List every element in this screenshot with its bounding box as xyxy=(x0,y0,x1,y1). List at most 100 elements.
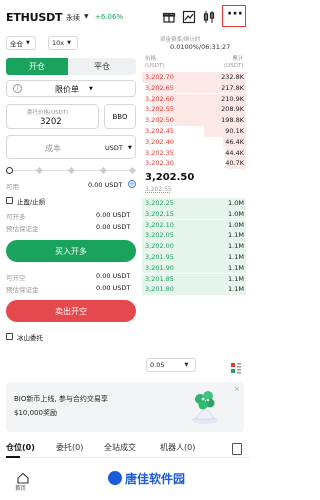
order-price: 3,202.50 xyxy=(145,116,174,125)
ask-row[interactable]: 3,202.50 198.8K xyxy=(142,115,246,126)
bid-row[interactable]: 3,201.80 1.1M xyxy=(142,284,246,295)
ask-row[interactable]: 3,202.35 44.4K xyxy=(142,147,246,159)
chevron-down-icon[interactable]: ▼ xyxy=(84,13,89,20)
gift-icon[interactable] xyxy=(162,9,176,23)
buy-long-button[interactable]: 买入开多 xyxy=(6,240,136,262)
margin-mode-select[interactable]: 全仓 ▼ xyxy=(6,36,36,50)
cost-field[interactable]: 成本 USDT ▼ xyxy=(6,135,136,159)
tpsl-label: 止盈/止损 xyxy=(17,198,46,206)
slider-handle[interactable] xyxy=(6,167,13,174)
order-qty: 1.0M xyxy=(228,209,244,218)
funding-value: 0.0100%/06:31:27 xyxy=(170,43,231,51)
mark-price[interactable]: 3,202.55 xyxy=(145,186,172,193)
ask-row[interactable]: 3,202.60 210.9K xyxy=(142,93,246,105)
more-icon[interactable]: ··· xyxy=(227,6,243,22)
active-tab-indicator xyxy=(6,456,20,458)
symbol-title[interactable]: ETHUSDT xyxy=(6,11,63,24)
order-qty: 217.8K xyxy=(221,83,244,92)
order-price: 3,202.40 xyxy=(145,137,174,146)
available-label: 可用 xyxy=(6,183,19,191)
price-field-value[interactable]: 3202 xyxy=(40,117,62,127)
bid-row[interactable]: 3,202.05 1.1M xyxy=(142,230,246,241)
banner-line2: $10,000奖励 xyxy=(14,409,57,417)
price-field-label: 委托价格(USDT) xyxy=(27,110,69,116)
slider-mark[interactable] xyxy=(67,166,76,175)
margin-mode-label: 全仓 xyxy=(10,40,23,48)
ask-row[interactable]: 3,202.40 46.4K xyxy=(142,136,246,148)
bottom-tab-bar: 仓位(0) 委托(0) 全站成交 机器人(0) xyxy=(0,440,250,458)
orderbook-layout-icon[interactable] xyxy=(230,359,242,374)
can-open-short-value: 0.00 USDT xyxy=(96,272,131,280)
ask-row[interactable]: 3,202.55 208.9K xyxy=(142,104,246,115)
top-bar: ETHUSDT 永续 ▼ +6.06% ··· xyxy=(0,0,250,34)
ask-row[interactable]: 3,202.45 90.1K xyxy=(142,126,246,137)
orderbook-qty-header: 累计 (USDT) xyxy=(224,56,244,69)
sell-short-button[interactable]: 卖出开空 xyxy=(6,300,136,322)
order-price: 3,201.90 xyxy=(145,263,174,272)
ask-row[interactable]: 3,202.30 40.7K xyxy=(142,158,246,169)
order-price: 3,201.95 xyxy=(145,253,174,261)
order-qty: 1.0M xyxy=(228,199,244,207)
slider-mark[interactable] xyxy=(128,166,137,175)
bid-row[interactable]: 3,201.85 1.1M xyxy=(142,273,246,285)
order-qty: 90.1K xyxy=(225,127,244,135)
mascot-illustration xyxy=(190,387,220,425)
cost-field-placeholder: 成本 xyxy=(45,144,61,153)
depth-value: 0.05 xyxy=(150,361,165,369)
ask-row[interactable]: 3,202.65 217.8K xyxy=(142,82,246,94)
long-margin-value: 0.00 USDT xyxy=(96,223,131,231)
bottom-nav: 首页 唐佳软件园 xyxy=(0,466,250,500)
slider-mark[interactable] xyxy=(99,166,108,175)
order-qty: 1.1M xyxy=(228,285,244,294)
home-label[interactable]: 首页 xyxy=(15,484,26,492)
slider-mark[interactable] xyxy=(35,166,44,175)
bid-row[interactable]: 3,202.00 1.1M xyxy=(142,241,246,252)
close-icon[interactable]: × xyxy=(234,385,240,393)
tab-positions[interactable]: 仓位(0) xyxy=(6,442,35,453)
cost-unit[interactable]: USDT xyxy=(105,144,123,152)
available-value: 0.00 USDT xyxy=(88,181,123,189)
price-change: +6.06% xyxy=(95,13,124,21)
chevron-down-icon: ▼ xyxy=(184,362,189,368)
order-price: 3,202.65 xyxy=(145,83,174,92)
ask-row[interactable]: 3,202.70 232.8K xyxy=(142,72,246,83)
order-qty: 232.8K xyxy=(221,73,244,81)
tpsl-checkbox[interactable] xyxy=(6,197,13,204)
depth-select[interactable]: 0.05 ▼ xyxy=(146,358,196,372)
can-open-long-label: 可开多 xyxy=(6,213,26,221)
transfer-icon[interactable]: + xyxy=(128,180,136,188)
order-type-select[interactable]: i 限价单 ▼ xyxy=(6,80,136,97)
contract-type: 永续 xyxy=(66,14,80,22)
bid-row[interactable]: 3,201.90 1.1M xyxy=(142,262,246,274)
iceberg-checkbox[interactable] xyxy=(6,333,13,340)
document-icon[interactable] xyxy=(232,443,242,455)
bid-row[interactable]: 3,202.10 1.0M xyxy=(142,219,246,231)
tab-bots[interactable]: 机器人(0) xyxy=(160,442,195,453)
order-qty: 1.1M xyxy=(228,253,244,261)
home-icon[interactable] xyxy=(17,469,29,484)
funding-label: 资金费率/倒计时 xyxy=(160,37,201,43)
tab-close[interactable]: 平仓 xyxy=(68,58,136,75)
order-price: 3,202.35 xyxy=(145,148,174,157)
tab-open[interactable]: 开仓 xyxy=(6,58,68,75)
tab-orders[interactable]: 委托(0) xyxy=(56,442,83,453)
tab-market-trades[interactable]: 全站成交 xyxy=(104,442,136,453)
chevron-down-icon: ▼ xyxy=(26,40,30,46)
bid-row[interactable]: 3,202.25 1.0M xyxy=(142,198,246,209)
order-qty: 210.9K xyxy=(221,94,244,103)
order-type-label: 限价单 xyxy=(55,85,79,94)
bid-row[interactable]: 3,202.15 1.0M xyxy=(142,208,246,220)
price-field[interactable]: 委托价格(USDT) 3202 xyxy=(6,104,99,129)
chevron-down-icon: ▼ xyxy=(89,86,93,92)
candlestick-icon[interactable] xyxy=(202,9,216,23)
order-price: 3,202.55 xyxy=(145,105,174,114)
bbo-button[interactable]: BBO xyxy=(104,104,136,129)
long-margin-label: 预估保证金 xyxy=(6,225,39,233)
info-icon[interactable]: i xyxy=(13,84,22,93)
chart-icon[interactable] xyxy=(182,9,196,24)
leverage-select[interactable]: 10x ▼ xyxy=(48,36,78,50)
order-qty: 1.1M xyxy=(228,231,244,240)
bid-row[interactable]: 3,201.95 1.1M xyxy=(142,252,246,263)
order-qty: 44.4K xyxy=(225,148,244,157)
promo-banner[interactable]: BIO新币上线, 参与合约交易享 $10,000奖励 × xyxy=(6,382,244,432)
